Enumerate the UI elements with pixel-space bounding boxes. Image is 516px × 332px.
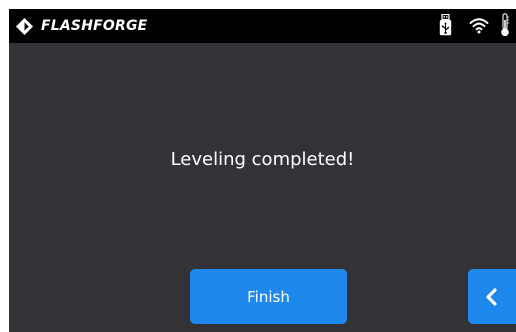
brand-name: FLASHFORGE — [41, 18, 148, 34]
finish-button[interactable]: Finish — [190, 269, 347, 324]
brand: FLASHFORGE — [15, 15, 147, 37]
thermometer-icon — [501, 13, 510, 37]
top-status-bar: FLASHFORGE — [9, 9, 516, 43]
usb-icon — [439, 14, 452, 36]
finish-button-label: Finish — [247, 287, 290, 306]
leveling-status-message: Leveling completed! — [170, 149, 355, 170]
printer-screen: FLASHFORGE Leveling completed! Finish — [9, 9, 516, 332]
back-button[interactable] — [468, 269, 516, 324]
wifi-icon — [469, 18, 489, 34]
flashforge-logo-icon — [15, 17, 34, 35]
chevron-left-icon — [486, 287, 497, 306]
